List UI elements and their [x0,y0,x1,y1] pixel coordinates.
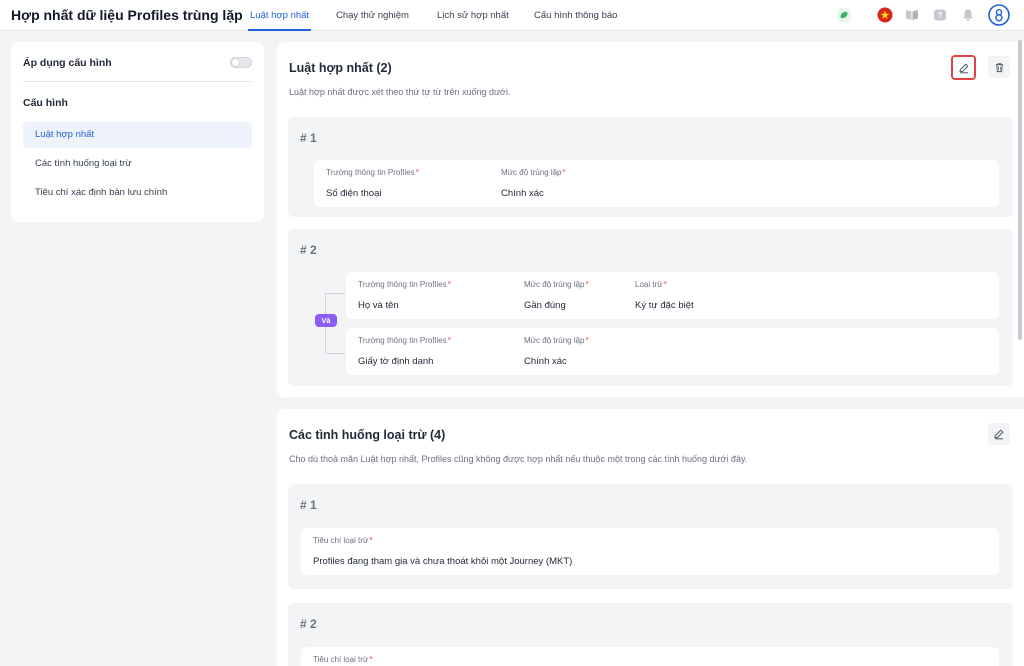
exclusion-item: # 2 Tiêu chí loại trừ* [288,603,1013,666]
field-label: Trường thông tin Profiles* [326,168,419,177]
delete-rules-button[interactable] [988,56,1010,78]
edit-exclusions-button[interactable] [988,423,1010,445]
level-label: Mức độ trùng lặp* [501,168,566,177]
active-tab-indicator [248,29,311,31]
help-icon[interactable]: ? [932,7,948,23]
field-label: Trường thông tin Profiles* [358,280,451,289]
trash-icon [995,62,1003,72]
rule-number: # 2 [300,243,317,257]
config-section-title: Cấu hình [23,97,68,109]
config-sidebar: Áp dụng cấu hình Cấu hình Luật hợp nhất … [11,42,264,222]
tab-notification-config[interactable]: Cấu hình thông báo [534,10,617,21]
tab-merge-rules[interactable]: Luật hợp nhất [250,10,309,21]
apply-config-label: Áp dụng cấu hình [23,57,112,69]
tab-merge-history[interactable]: Lịch sử hợp nhất [437,10,509,21]
vietnam-flag-icon[interactable] [877,7,893,23]
merge-rules-card: Luật hợp nhất (2) Luật hợp nhất được xét… [277,42,1024,397]
top-bar: Hợp nhất dữ liệu Profiles trùng lặp Luật… [0,0,1024,31]
merge-rule: # 2 Và Trường thông tin Profiles* Họ và … [288,229,1013,386]
and-badge: Và [315,314,337,327]
exclusion-condition: Tiêu chí loại trừ* Profiles đang tham gi… [301,528,999,575]
user-avatar-icon[interactable] [988,4,1010,26]
and-connector-line [325,353,345,354]
and-connector-line [325,293,345,294]
pencil-icon [958,62,969,73]
svg-text:?: ? [938,11,943,20]
merge-rules-title: Luật hợp nhất (2) [289,61,392,75]
rule-condition: Trường thông tin Profiles* Họ và tên Mức… [346,272,999,319]
book-icon[interactable] [904,7,920,23]
exclusions-card: Các tình huống loại trừ (4) Cho dù thoả … [277,409,1024,666]
exclude-label: Loại trừ* [635,280,667,289]
page-title: Hợp nhất dữ liệu Profiles trùng lặp [11,7,243,23]
leaf-icon[interactable] [836,7,852,23]
sidebar-item-merge-rules[interactable]: Luật hợp nhất [23,122,252,148]
rule-number: # 1 [300,131,317,145]
tab-test-run[interactable]: Chạy thử nghiệm [336,10,409,21]
edit-rules-button[interactable] [951,55,976,80]
level-value: Gần đúng [524,300,566,311]
rule-condition: Trường thông tin Profiles* Giấy tờ định … [346,328,999,375]
exclusions-title: Các tình huống loại trừ (4) [289,428,446,442]
exclusion-criteria-label: Tiêu chí loại trừ* [313,655,373,664]
exclusion-condition: Tiêu chí loại trừ* [301,647,999,666]
level-label: Mức độ trùng lặp* [524,280,589,289]
rule-condition: Trường thông tin Profiles* Số điện thoại… [314,160,999,207]
sidebar-item-exclusions[interactable]: Các tình huống loại trừ [23,151,252,177]
level-value: Chính xác [501,188,544,199]
divider [23,81,252,82]
exclude-value: Ký tự đặc biệt [635,300,694,311]
apply-config-toggle[interactable] [230,57,252,68]
field-value: Giấy tờ định danh [358,356,434,367]
exclusions-description: Cho dù thoả mãn Luật hợp nhất, Profiles … [289,454,748,464]
merge-rule: # 1 Trường thông tin Profiles* Số điện t… [288,117,1013,217]
exclusion-number: # 1 [300,498,317,512]
page-scrollbar[interactable] [1018,40,1022,340]
level-label: Mức độ trùng lặp* [524,336,589,345]
field-value: Số điện thoại [326,188,382,199]
bell-icon[interactable] [960,7,976,23]
exclusion-criteria-label: Tiêu chí loại trừ* [313,536,373,545]
merge-rules-description: Luật hợp nhất được xét theo thứ tự từ tr… [289,87,511,97]
field-label: Trường thông tin Profiles* [358,336,451,345]
exclusion-number: # 2 [300,617,317,631]
sidebar-item-master-record-criteria[interactable]: Tiêu chí xác định bản lưu chính [23,180,252,206]
exclusion-item: # 1 Tiêu chí loại trừ* Profiles đang tha… [288,484,1013,589]
field-value: Họ và tên [358,300,399,311]
level-value: Chính xác [524,356,567,367]
exclusion-criteria-value: Profiles đang tham gia và chưa thoát khỏ… [313,556,573,567]
pencil-icon [994,429,1004,440]
